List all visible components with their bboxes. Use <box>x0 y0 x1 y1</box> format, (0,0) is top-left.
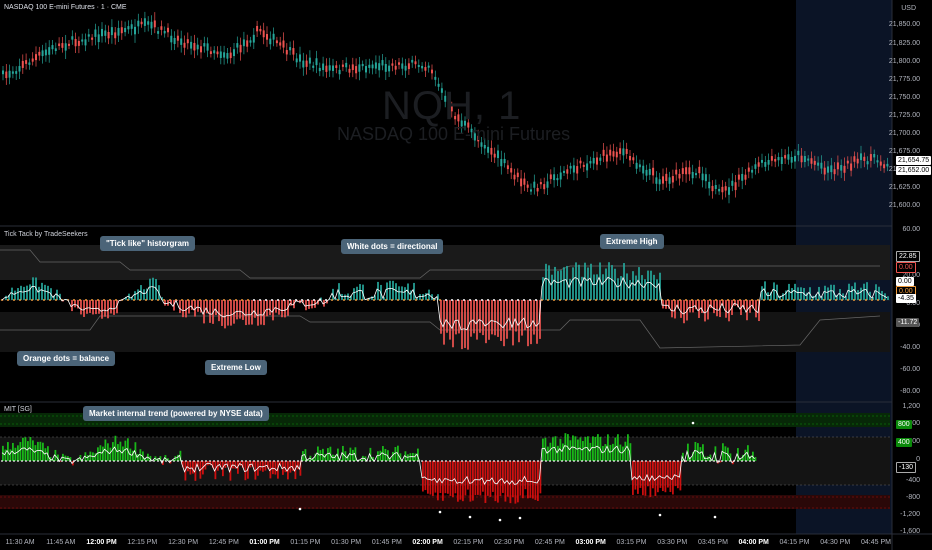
time-axis-label: 02:00 PM <box>412 539 443 546</box>
price-axis-label: 21,600.00 <box>888 202 920 209</box>
price-axis-label: 21,800.00 <box>888 58 920 65</box>
currency-label[interactable]: USD <box>901 5 916 12</box>
tick-tag: 0.00 <box>896 262 916 273</box>
time-axis-label: 01:30 PM <box>331 539 362 546</box>
tick-tag: -4.35 <box>896 294 916 303</box>
tick-axis-label: 60.00 <box>902 226 920 233</box>
price-axis-label: 21,675.00 <box>888 148 920 155</box>
tick-axis-label: -80.00 <box>900 388 920 395</box>
watermark-name: NASDAQ 100 E-mini Futures <box>337 124 571 144</box>
time-axis-label: 03:45 PM <box>697 539 728 546</box>
callout-tick-like: "Tick like" historgram <box>100 236 196 251</box>
callout-extreme-high: Extreme High <box>600 234 664 249</box>
time-axis-label: 04:30 PM <box>820 539 851 546</box>
callout-orange-dots: Orange dots = balance <box>17 351 116 366</box>
price-axis-label: 21,700.00 <box>888 130 920 137</box>
mit-axis-label: -400 <box>905 477 920 484</box>
time-axis-label: 03:00 PM <box>575 539 606 546</box>
time-axis-label: 02:30 PM <box>494 539 525 546</box>
time-axis-label: 04:15 PM <box>779 539 810 546</box>
time-axis-label: 01:45 PM <box>371 539 402 546</box>
price-tag-last: 21,652.00 <box>896 166 932 175</box>
price-axis-label: 21,725.00 <box>888 112 920 119</box>
tick-tag: 0.00 <box>896 277 914 286</box>
time-axis-label: 03:30 PM <box>657 539 688 546</box>
time-axis-label: 12:45 PM <box>208 539 239 546</box>
price-tag-high: 21,654.75 <box>896 156 932 165</box>
mit-axis-label: -1,600 <box>900 528 920 535</box>
mit-histogram <box>0 413 890 522</box>
price-axis-label: 21,775.00 <box>888 76 920 83</box>
mit-tag: 400 <box>896 438 912 447</box>
time-axis-label: 04:45 PM <box>861 539 891 546</box>
time-axis-label: 03:15 PM <box>616 539 647 546</box>
tick-tag: -11.72 <box>896 318 920 327</box>
callout-market-internal: Market internal trend (powered by NYSE d… <box>83 406 269 421</box>
price-axis-label: 21,850.00 <box>888 21 920 28</box>
time-axis-label: 04:00 PM <box>738 539 769 546</box>
time-axis-label: 11:30 AM <box>5 539 35 546</box>
callout-extreme-low: Extreme Low <box>205 360 267 375</box>
tick-histogram <box>0 245 890 352</box>
time-axis-label: 12:30 PM <box>168 539 199 546</box>
watermark-symbol: NQH, 1 <box>382 84 522 128</box>
chart-window: NQH, 1 NASDAQ 100 E-mini Futures NASDAQ … <box>0 0 932 550</box>
time-axis-label: 12:00 PM <box>86 539 117 546</box>
mit-tag: 800 <box>896 420 912 429</box>
time-axis-label: 02:45 PM <box>534 539 565 546</box>
mit-tag: -130 <box>896 462 917 473</box>
mit-axis-label: -800 <box>905 494 920 501</box>
symbol-title[interactable]: NASDAQ 100 E-mini Futures · 1 · CME <box>4 4 127 11</box>
time-axis-label: 02:15 PM <box>453 539 484 546</box>
tick-pane-title[interactable]: Tick Tack by TradeSeekers <box>4 231 88 238</box>
price-axis-label: 21,750.00 <box>888 94 920 101</box>
time-axis-label: 11:45 AM <box>46 539 76 546</box>
chart-canvas[interactable] <box>0 0 932 550</box>
tick-tag: 22.85 <box>896 251 920 262</box>
tick-axis-label: -40.00 <box>900 344 920 351</box>
callout-white-dots: White dots = directional <box>341 239 444 254</box>
time-axis-label: 12:15 PM <box>127 539 158 546</box>
tick-axis-label: -60.00 <box>900 366 920 373</box>
time-axis-label: 01:00 PM <box>249 539 280 546</box>
price-axis-label: 21,825.00 <box>888 40 920 47</box>
mit-axis-label: -1,200 <box>900 511 920 518</box>
time-axis-label: 01:15 PM <box>290 539 321 546</box>
price-axis-label: 21,625.00 <box>888 184 920 191</box>
mit-pane-title[interactable]: MIT [SG] <box>4 406 32 413</box>
mit-axis-label: 1,200 <box>902 403 920 410</box>
